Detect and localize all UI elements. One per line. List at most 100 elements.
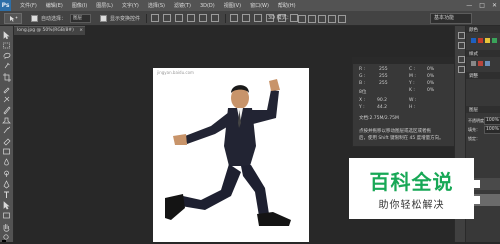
menu-image[interactable]: 图像(I) — [72, 2, 87, 9]
window-controls: — □ ✕ — [466, 0, 497, 11]
distribute-vcenter-icon[interactable] — [242, 14, 251, 22]
align-vcenter-icon[interactable] — [163, 14, 172, 22]
show-transform-label: 显示变换控件 — [110, 15, 141, 22]
g-value: 255 — [379, 74, 388, 79]
tools-panel — [0, 26, 14, 242]
opacity-field[interactable]: 100% — [484, 117, 500, 125]
brand-watermark: 百科全说 助你轻松解决 — [349, 158, 474, 219]
crop-tool-icon — [3, 73, 11, 82]
zoom-tool-icon — [3, 234, 9, 240]
hint-line-2: 后，使用 Shift 键限制在 45 度增量方向。 — [359, 136, 444, 141]
minimize-button[interactable]: — — [466, 2, 472, 9]
menu-layer[interactable]: 图层(L) — [96, 2, 113, 9]
bit-depth: 8位 — [359, 90, 367, 95]
menu-window[interactable]: 窗口(W) — [250, 2, 269, 9]
menu-view[interactable]: 视图(V) — [224, 2, 241, 9]
3d-pan-icon[interactable] — [318, 15, 326, 23]
canvas-image[interactable]: jingyan.baidu.com — [153, 68, 309, 242]
image-watermark: jingyan.baidu.com — [157, 70, 194, 75]
align-left-icon[interactable] — [187, 14, 196, 22]
align-right-icon[interactable] — [211, 14, 220, 22]
c-label: C : — [409, 67, 416, 72]
close-document-icon[interactable]: × — [79, 27, 83, 35]
hand-tool-icon — [3, 224, 10, 232]
type-tool-icon — [4, 191, 9, 198]
menu-bar: Ps 文件(F) 编辑(E) 图像(I) 图层(L) 文字(Y) 选择(S) 滤… — [0, 0, 500, 11]
document-size: 文档:2.75M/2.75M — [359, 116, 399, 121]
separator — [225, 13, 227, 23]
workspace-switcher[interactable]: 基本功能 — [430, 13, 472, 24]
menu-file[interactable]: 文件(F) — [20, 2, 37, 9]
blue-swatch[interactable] — [471, 38, 476, 43]
tab-color[interactable]: 颜色 — [469, 27, 478, 33]
x-label: X : — [359, 98, 366, 103]
options-bar: 自动选择： 图层 显示变换控件 3D 模式： 基本功能 — [0, 11, 500, 26]
pen-tool-icon — [3, 180, 10, 189]
character-panel-icon[interactable] — [458, 66, 465, 73]
y-coord-value: 44.2 — [377, 105, 388, 110]
gradient-tool-icon — [3, 148, 10, 155]
m-label: M : — [409, 74, 416, 79]
opacity-value: 100% — [486, 118, 499, 123]
clone-stamp-icon — [2, 117, 11, 124]
eyedropper-icon — [3, 87, 10, 94]
brush-tool-icon — [3, 106, 11, 115]
3d-roll-icon[interactable] — [308, 15, 316, 23]
align-bottom-icon[interactable] — [175, 14, 184, 22]
close-window-button[interactable]: ✕ — [492, 2, 497, 9]
move-tool-preset[interactable] — [4, 12, 22, 24]
show-transform-checkbox[interactable] — [100, 14, 108, 22]
properties-panel-icon[interactable] — [458, 42, 465, 49]
photoshop-logo: Ps — [0, 0, 11, 11]
3d-scale-icon[interactable] — [338, 15, 346, 23]
auto-select-dropdown[interactable]: 图层 — [70, 13, 92, 23]
h-label: H : — [409, 105, 416, 110]
y-coord-label: Y : — [359, 105, 365, 110]
menu-select[interactable]: 选择(S) — [148, 2, 165, 9]
align-hcenter-icon[interactable] — [199, 14, 208, 22]
move-icon — [9, 15, 17, 22]
tab-styles[interactable]: 样式 — [469, 51, 478, 57]
history-panel-icon[interactable] — [458, 32, 465, 39]
fill-field[interactable]: 100% — [484, 126, 500, 134]
k-value: 0% — [427, 88, 435, 93]
menu-edit[interactable]: 编辑(E) — [46, 2, 63, 9]
align-top-icon[interactable] — [151, 14, 160, 22]
menu-type[interactable]: 文字(Y) — [122, 2, 139, 9]
auto-select-checkbox[interactable] — [31, 14, 38, 22]
yellow-swatch[interactable] — [485, 38, 490, 43]
menu-filter[interactable]: 滤镜(T) — [174, 2, 191, 9]
tools-icons — [2, 31, 11, 242]
green-swatch[interactable] — [492, 38, 497, 43]
b-value: 255 — [379, 81, 388, 86]
brand-title: 百科全说 — [369, 170, 454, 194]
distribute-top-icon[interactable] — [230, 14, 239, 22]
b-label: B : — [359, 81, 366, 86]
3d-slide-icon[interactable] — [328, 15, 336, 23]
marquee-tool-icon — [3, 42, 10, 49]
separator — [146, 13, 148, 23]
maximize-button[interactable]: □ — [479, 2, 485, 9]
tab-adjustments[interactable]: 调整 — [469, 73, 478, 79]
menu-help[interactable]: 帮助(H) — [278, 2, 296, 9]
tab-layers[interactable]: 图层 — [469, 107, 478, 113]
y-label: Y : — [409, 81, 415, 86]
document-tab[interactable]: long.jpg @ 50%(RGB/8#) × — [14, 26, 85, 35]
fill-label: 填充： — [468, 127, 480, 132]
style-swatch[interactable] — [478, 61, 483, 66]
fill-value: 100% — [486, 127, 499, 132]
distribute-bottom-icon[interactable] — [254, 14, 263, 22]
style-swatch[interactable] — [485, 61, 490, 66]
info-panel-icon[interactable] — [458, 56, 465, 63]
lock-label: 锁定： — [468, 136, 480, 141]
style-swatch[interactable] — [471, 61, 476, 66]
red-swatch[interactable] — [478, 38, 483, 43]
3d-rotate-icon[interactable] — [298, 15, 306, 23]
blur-tool-icon — [4, 158, 9, 166]
c-value: 0% — [427, 67, 435, 72]
menu-3d[interactable]: 3D(D) — [200, 3, 215, 9]
info-panel-header[interactable] — [353, 58, 454, 64]
auto-select-label: 自动选择： — [41, 15, 67, 22]
y-value: 0% — [427, 81, 435, 86]
hint-line-1: 点按并拖移以移动图层或选区或者拖 — [359, 129, 431, 134]
